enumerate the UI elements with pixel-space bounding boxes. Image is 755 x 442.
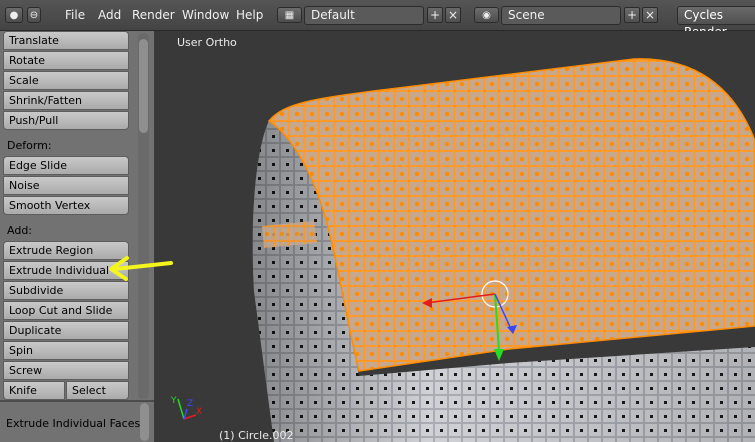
layout-icon[interactable]: ▦ — [277, 7, 302, 23]
shrink-fatten-button[interactable]: Shrink/Fatten — [3, 91, 129, 110]
top-header: ● ⊖ File Add Render Window Help ▦ Defaul… — [0, 0, 755, 39]
rotate-button[interactable]: Rotate — [3, 51, 129, 70]
duplicate-button[interactable]: Duplicate — [3, 321, 129, 340]
remove-layout-button[interactable]: × — [445, 7, 461, 23]
collapse-menu-icon[interactable]: ⊖ — [27, 7, 41, 23]
subdivide-button[interactable]: Subdivide — [3, 281, 129, 300]
active-object-label: (1) Circle.002 — [219, 429, 294, 442]
axis-x-label: X — [196, 407, 202, 417]
smooth-vertex-button[interactable]: Smooth Vertex — [3, 196, 129, 215]
push-pull-button[interactable]: Push/Pull — [3, 111, 129, 130]
add-label: Add: — [7, 224, 33, 237]
noise-button[interactable]: Noise — [3, 176, 129, 195]
axis-z-label: Z — [187, 399, 193, 409]
panel-divider[interactable] — [0, 400, 154, 402]
operator-panel-title[interactable]: Extrude Individual Faces — [6, 417, 140, 430]
deform-label: Deform: — [7, 139, 52, 152]
toolshelf-scroll-thumb[interactable] — [139, 39, 148, 133]
menu-help[interactable]: Help — [236, 8, 263, 22]
add-layout-button[interactable]: + — [427, 7, 443, 23]
render-engine-select[interactable]: Cycles Render — [677, 6, 755, 39]
scale-button[interactable]: Scale — [3, 71, 129, 90]
edge-slide-button[interactable]: Edge Slide — [3, 156, 129, 175]
viewport-canvas[interactable]: Y X Z — [154, 31, 755, 442]
add-scene-button[interactable]: + — [624, 7, 640, 23]
spin-button[interactable]: Spin — [3, 341, 129, 360]
loop-cut-slide-button[interactable]: Loop Cut and Slide — [3, 301, 129, 320]
translate-button[interactable]: Translate — [3, 31, 129, 50]
menu-window[interactable]: Window — [182, 8, 229, 22]
select-button[interactable]: Select — [66, 381, 129, 400]
tool-shelf: Translate Rotate Scale Shrink/Fatten Pus… — [0, 31, 154, 442]
scene-icon[interactable]: ◉ — [474, 7, 499, 23]
view-name-label: User Ortho — [177, 36, 237, 49]
toolshelf-scrollbar[interactable] — [138, 33, 149, 399]
scene-field[interactable]: Scene — [501, 6, 621, 25]
3d-viewport[interactable]: Y X Z User Ortho (1) Circle.002 — [154, 31, 755, 442]
menu-render[interactable]: Render — [132, 8, 175, 22]
knife-button[interactable]: Knife — [3, 381, 65, 400]
axis-y-label: Y — [170, 396, 177, 406]
annotation-arrow-icon — [109, 256, 173, 281]
editor-type-icon[interactable]: ● — [5, 7, 23, 23]
operator-scrollbar[interactable] — [140, 403, 149, 441]
layout-field[interactable]: Default — [304, 6, 424, 25]
menu-file[interactable]: File — [65, 8, 85, 22]
axis-gizmo: Y X Z — [170, 396, 202, 420]
remove-scene-button[interactable]: × — [642, 7, 658, 23]
screw-button[interactable]: Screw — [3, 361, 129, 380]
menu-add[interactable]: Add — [98, 8, 121, 22]
